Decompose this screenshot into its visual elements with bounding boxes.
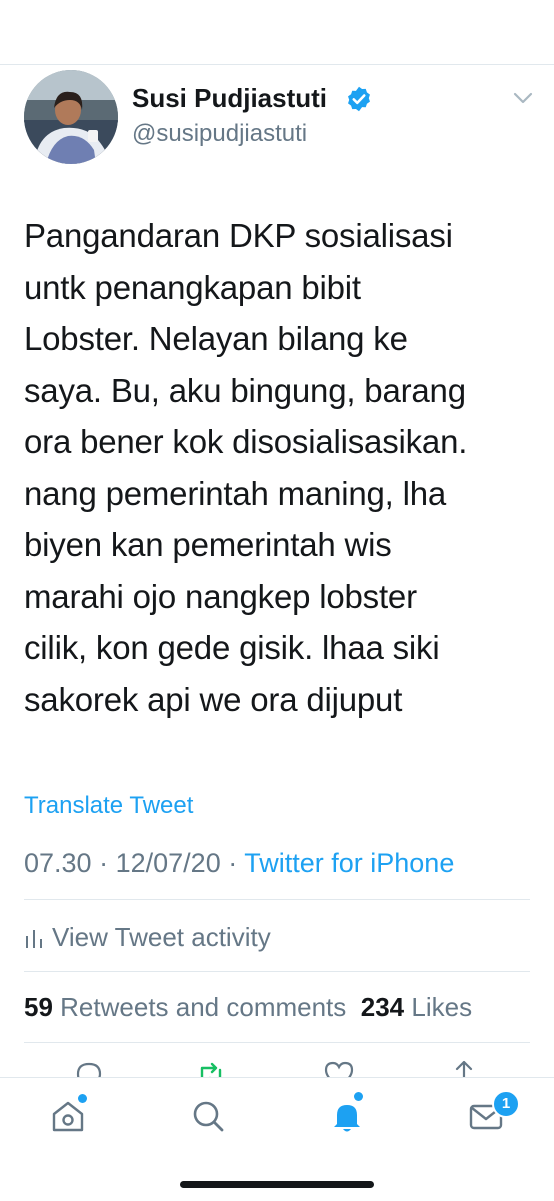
tweet-text-line: marahi ojo nangkep lobster [24, 577, 417, 615]
home-indicator[interactable] [180, 1181, 374, 1188]
verified-badge-icon [348, 86, 370, 112]
tweet-actions-bar [0, 1052, 554, 1078]
tab-notifications[interactable] [327, 1096, 367, 1136]
retweet-icon[interactable] [194, 1058, 228, 1078]
tweet-text-line: saya. Bu, aku bingung, barang [24, 371, 466, 409]
avatar-photo [24, 70, 118, 164]
likes-stat[interactable]: 234 Likes [361, 992, 472, 1022]
translate-tweet-link[interactable]: Translate Tweet [24, 791, 193, 821]
retweets-count: 59 [24, 992, 53, 1022]
divider [24, 971, 530, 972]
messages-unread-badge: 1 [492, 1090, 520, 1118]
avatar[interactable] [24, 70, 118, 164]
top-separator [0, 64, 554, 65]
bar-chart-icon [26, 930, 42, 948]
tab-search[interactable] [188, 1096, 228, 1136]
chevron-down-icon[interactable] [512, 90, 534, 106]
view-tweet-activity-label: View Tweet activity [52, 921, 271, 952]
tweet-text: Pangandaran DKP sosialisasi untk penangk… [24, 210, 539, 725]
search-icon [193, 1101, 224, 1132]
retweets-stat[interactable]: 59 Retweets and comments [24, 992, 346, 1022]
view-tweet-activity-button[interactable]: View Tweet activity [24, 920, 271, 954]
divider [24, 1042, 530, 1043]
tweet-text-line: biyen kan pemerintah wis [24, 526, 392, 563]
tweet-text-line: nang pemerintah maning, lha [24, 474, 447, 512]
home-new-dot [78, 1094, 87, 1103]
divider [24, 899, 530, 900]
tweet-text-line: cilik, kon gede gisik. lhaa siki [24, 629, 440, 666]
tweet-text-line: untk penangkapan bibit [24, 268, 361, 306]
author-handle[interactable]: @susipudjiastuti [132, 119, 307, 149]
author-name[interactable]: Susi Pudjiastuti [132, 82, 327, 114]
notifications-new-dot [354, 1092, 363, 1101]
tweet-text-line: sakorek api we ora dijuput [24, 680, 403, 718]
like-heart-icon[interactable] [322, 1058, 356, 1078]
share-icon[interactable] [447, 1058, 481, 1078]
tweet-timestamp: 07.30 · 12/07/20 · Twitter for iPhone [24, 847, 454, 879]
likes-count: 234 [360, 992, 405, 1022]
meta-separator: · [228, 848, 238, 878]
tweet-time: 07.30 [24, 848, 92, 878]
tweet-text-line: Lobster. Nelayan bilang ke [24, 320, 408, 357]
tweet-text-line: ora bener kok disosialisasikan. [24, 423, 468, 460]
notifications-bell-icon [334, 1105, 360, 1132]
reply-icon[interactable] [72, 1058, 106, 1078]
tweet-stats: 59 Retweets and comments 234 Likes [24, 991, 472, 1023]
tweet-source-link[interactable]: Twitter for iPhone [244, 848, 454, 878]
tweet-date: 12/07/20 [115, 848, 221, 878]
meta-separator: · [99, 848, 109, 878]
likes-label: Likes [411, 992, 473, 1022]
retweets-label: Retweets and comments [60, 992, 347, 1022]
tweet-text-line: Pangandaran DKP sosialisasi [24, 217, 453, 254]
